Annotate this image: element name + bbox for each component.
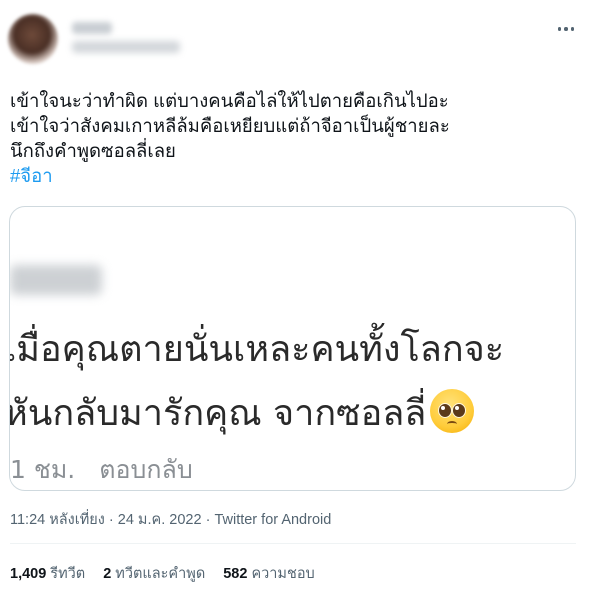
likes-count: 582: [223, 566, 248, 582]
pleading-face-emoji-icon: [430, 389, 475, 433]
retweets-label: รีทวีต: [50, 566, 86, 582]
hashtag-link[interactable]: #จีอา: [10, 165, 53, 186]
likes-label: ความชอบ: [251, 566, 315, 582]
divider: [10, 543, 576, 544]
image-time-ago: 1 ชม.: [10, 455, 76, 484]
tweet-text-line: เข้าใจนะว่าทำผิด แต่บางคนคือไล่ให้ไปตายค…: [10, 90, 449, 111]
tweet-text-line: เข้าใจว่าสังคมเกาหลีล้มคือเหยียบแต่ถ้าจี…: [10, 115, 450, 136]
tweet-text-line: นึกถึงคำพูดซอลลี่เลย: [10, 140, 176, 161]
retweets-stat[interactable]: 1,409 รีทวีต: [10, 562, 85, 585]
image-reply-label: ตอบกลับ: [99, 455, 193, 484]
tweet-time-link[interactable]: 11:24 หลังเที่ยง · 24 ม.ค. 2022: [10, 512, 202, 528]
separator: ·: [108, 512, 114, 528]
image-comment-meta: 1 ชม. ตอบกลับ: [10, 450, 193, 490]
more-options-icon[interactable]: [555, 22, 577, 36]
image-handle-blurred: [10, 265, 102, 295]
tweet-source-link[interactable]: Twitter for Android: [214, 512, 331, 528]
tweet-timestamp: 11:24 หลังเที่ยง · 24 ม.ค. 2022 · Twitte…: [10, 508, 331, 531]
image-text-line: หันกลับมารักคุณ จากซอลลี่: [9, 384, 475, 441]
attached-image[interactable]: เมื่อคุณตายนั่นเหละคนทั้งโลกจะ หันกลับมา…: [9, 206, 576, 491]
likes-stat[interactable]: 582 ความชอบ: [223, 562, 315, 585]
retweets-count: 1,409: [10, 566, 47, 582]
tweet-text: เข้าใจนะว่าทำผิด แต่บางคนคือไล่ให้ไปตายค…: [10, 88, 570, 188]
tweet-stats: 1,409 รีทวีต 2 ทวีตและคำพูด 582 ความชอบ: [10, 562, 315, 585]
image-text-line: เมื่อคุณตายนั่นเหละคนทั้งโลกจะ: [9, 329, 505, 370]
avatar[interactable]: [8, 14, 58, 64]
username-blurred[interactable]: [72, 41, 180, 53]
separator: ·: [205, 512, 211, 528]
quote-tweets-stat[interactable]: 2 ทวีตและคำพูด: [103, 562, 205, 585]
display-name-blurred[interactable]: [72, 22, 112, 34]
tweet-date: 24 ม.ค. 2022: [117, 512, 202, 528]
tweet-time: 11:24 หลังเที่ยง: [10, 512, 105, 528]
quotes-label: ทวีตและคำพูด: [115, 566, 206, 582]
image-text: หันกลับมารักคุณ จากซอลลี่: [9, 393, 427, 434]
quotes-count: 2: [103, 566, 112, 582]
